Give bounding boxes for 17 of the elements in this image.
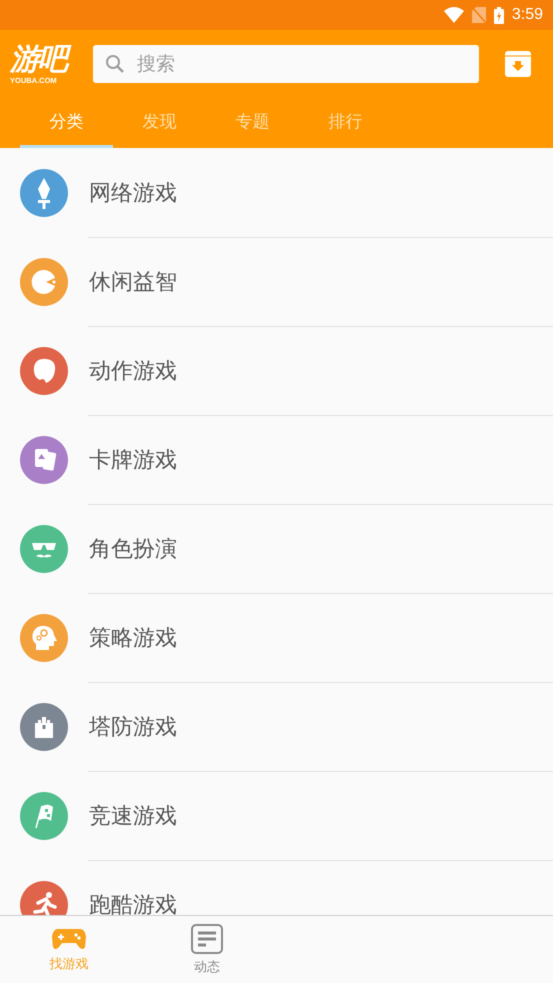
category-item[interactable]: 策略游戏 — [0, 593, 553, 682]
category-item[interactable]: 休闲益智 — [0, 237, 553, 326]
battery-icon — [494, 6, 504, 24]
list-icon — [191, 924, 223, 954]
category-item[interactable]: 动作游戏 — [0, 326, 553, 415]
no-sim-icon — [472, 7, 486, 23]
download-icon[interactable] — [505, 51, 531, 77]
wifi-icon — [444, 7, 464, 23]
category-item[interactable]: 网络游戏 — [0, 148, 553, 237]
category-item[interactable]: 卡牌游戏 — [0, 415, 553, 504]
gamepad-icon — [52, 926, 86, 950]
category-item[interactable]: 竞速游戏 — [0, 771, 553, 860]
status-time: 3:59 — [512, 6, 543, 24]
category-item[interactable]: 角色扮演 — [0, 504, 553, 593]
category-item[interactable]: 塔防游戏 — [0, 682, 553, 771]
search-field[interactable]: 搜索 — [93, 45, 479, 83]
category-item[interactable]: 跑酷游戏 — [0, 860, 553, 915]
